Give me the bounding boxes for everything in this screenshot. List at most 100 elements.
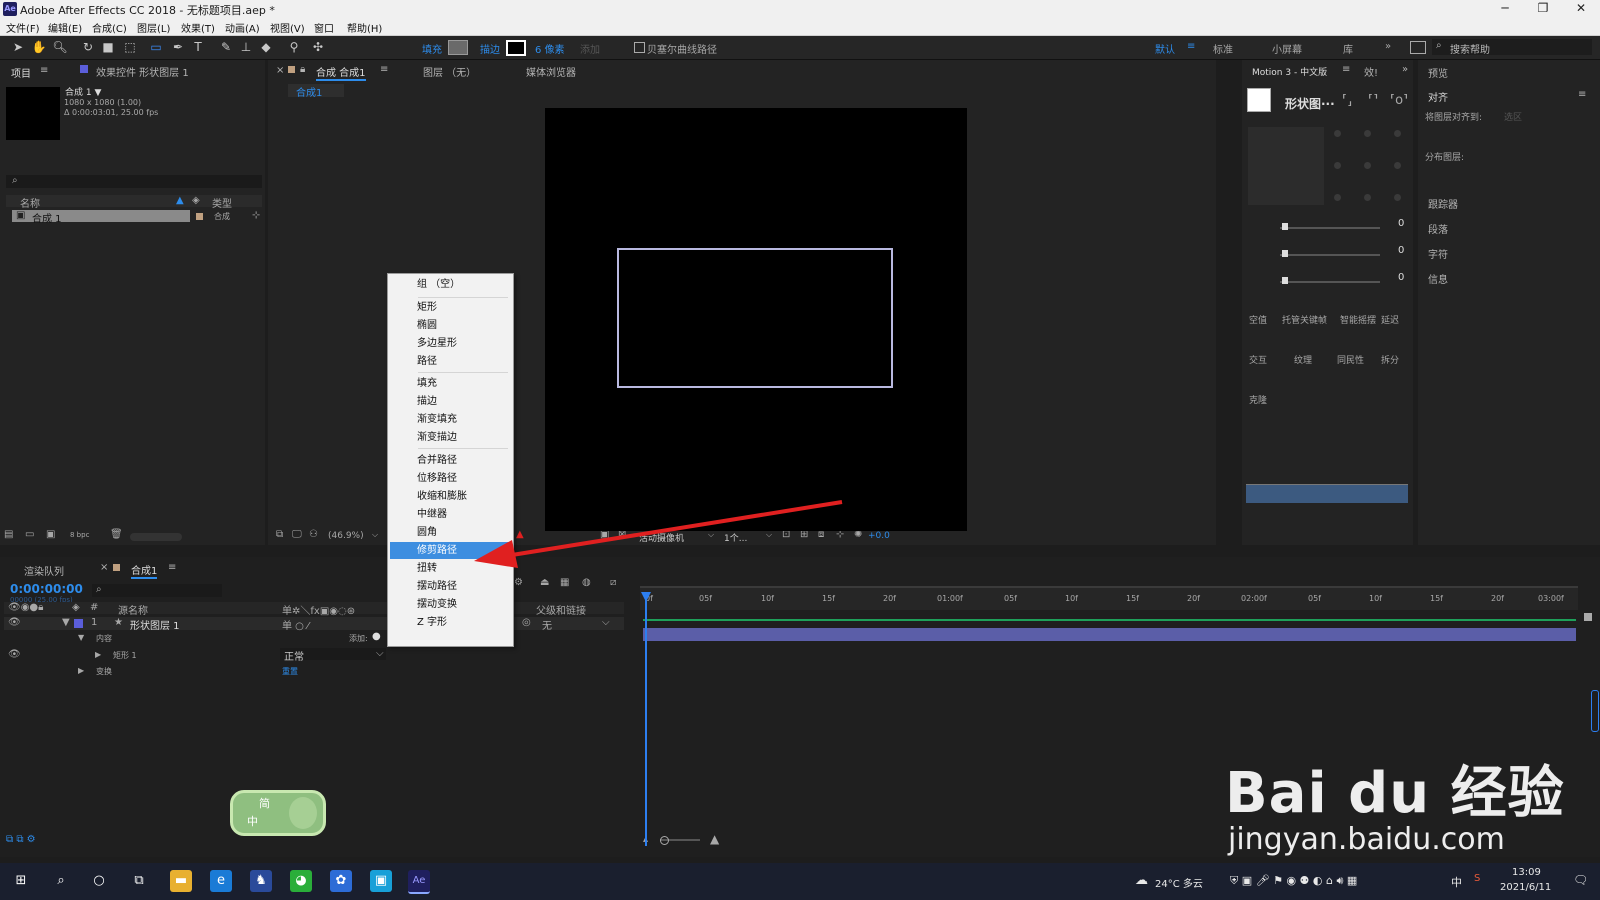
stroke-label[interactable]: 描边 <box>480 41 500 56</box>
app-icon[interactable]: ♞ <box>250 870 272 892</box>
close-tab-icon[interactable]: × <box>100 562 108 573</box>
motion-clone-button[interactable]: 克隆 <box>1249 393 1267 406</box>
slider-track[interactable] <box>1280 281 1380 283</box>
close-button[interactable]: ✕ <box>1562 0 1600 18</box>
project-item-row[interactable]: ▣ 合成 1 <box>12 210 190 225</box>
toggle-switches-icon[interactable]: ⧉ ⧉ ⚙ <box>6 834 36 845</box>
eye-icon[interactable]: 👁︎ <box>8 617 21 628</box>
panel-menu-icon[interactable]: ≡ <box>1578 89 1586 100</box>
search-help-field[interactable]: ⌕ 搜索帮助 <box>1432 39 1592 56</box>
interpret-footage-icon[interactable]: ▤ <box>4 529 13 540</box>
expand-icon[interactable]: ⸢⸣ <box>1368 93 1378 108</box>
menu-help[interactable]: 帮助(H) <box>347 20 382 35</box>
rectangle-group-name[interactable]: 矩形 1 <box>113 650 137 661</box>
more-tabs-icon[interactable]: » <box>1402 64 1408 75</box>
motion-sync-button[interactable]: 同民性 <box>1337 353 1364 366</box>
after-effects-taskbar-icon[interactable]: Ae <box>408 870 430 894</box>
flowchart-icon[interactable]: ⊹ <box>252 210 260 221</box>
shy-switch-icon[interactable]: 单 ○ ⁄ <box>282 617 309 632</box>
menu-composition[interactable]: 合成(C) <box>92 20 127 35</box>
menu-edit[interactable]: 编辑(E) <box>48 20 82 35</box>
thumbnail-scroll[interactable] <box>130 533 182 541</box>
menu-item-wiggle-transform[interactable]: 摆动变换 <box>390 596 511 613</box>
tab-align[interactable]: 对齐 <box>1428 89 1448 104</box>
brush-tool-icon[interactable]: ✎ <box>218 39 234 55</box>
motion-progress-bar[interactable] <box>1246 484 1408 503</box>
workspace-library[interactable]: 库 <box>1343 41 1353 56</box>
collapse-arrow-icon[interactable]: ▼ <box>62 617 70 628</box>
menu-item-wiggle-paths[interactable]: 摆动路径 <box>390 578 511 595</box>
project-search-input[interactable]: ⌕ <box>6 175 262 188</box>
layer-duration-bar[interactable] <box>643 628 1576 641</box>
time-ruler[interactable]: 0f 05f 10f 15f 20f 01:00f 05f 10f 15f 20… <box>640 588 1578 610</box>
slider-knob[interactable] <box>1282 223 1288 230</box>
motion-split-button[interactable]: 拆分 <box>1381 353 1399 366</box>
column-type[interactable]: 类型 <box>212 195 232 210</box>
label-color-swatch[interactable] <box>196 213 203 220</box>
tab-layer[interactable]: 图层 （无） <box>423 64 476 79</box>
motion-wiggle-button[interactable]: 智能摇摆 <box>1340 313 1376 326</box>
menu-item-group[interactable]: 组 （空） <box>390 276 511 293</box>
eraser-tool-icon[interactable]: ◆ <box>258 39 274 55</box>
zoom-in-icon[interactable]: ▲ <box>710 832 719 846</box>
layer-name[interactable]: 形状图层 1 <box>130 617 180 632</box>
minimize-button[interactable]: ─ <box>1486 0 1524 18</box>
contents-expand-arrow[interactable]: ▼ <box>78 633 84 642</box>
baidu-app-icon[interactable]: ✿ <box>330 870 352 892</box>
motion-blur-icon[interactable]: ◍ <box>582 577 591 588</box>
tab-preview[interactable]: 预览 <box>1428 65 1448 80</box>
weather-text[interactable]: 24°C 多云 <box>1155 875 1203 890</box>
timeline-navigator-end[interactable] <box>1584 613 1592 621</box>
reset-link[interactable]: 重置 <box>282 666 298 677</box>
menu-item-gradient-stroke[interactable]: 渐变描边 <box>390 429 511 446</box>
hand-tool-icon[interactable]: ✋ <box>31 39 47 55</box>
slider-track[interactable] <box>1280 254 1380 256</box>
workspace-menu-icon[interactable]: ≡ <box>1187 41 1195 52</box>
eye-icon[interactable]: 👁︎ <box>8 649 21 660</box>
selection-tool-icon[interactable]: ➤ <box>10 39 26 55</box>
tab-timeline-comp[interactable]: 合成1 <box>131 562 158 579</box>
tab-media-browser[interactable]: 媒体浏览器 <box>526 64 576 79</box>
column-name[interactable]: 名称 <box>20 195 40 210</box>
new-folder-icon[interactable]: ▭ <box>25 529 34 540</box>
motion-delay-button[interactable]: 延迟 <box>1381 313 1399 326</box>
menu-item-path[interactable]: 路径 <box>390 353 511 370</box>
tab-paragraph[interactable]: 段落 <box>1428 221 1448 236</box>
anchor-icon[interactable]: ⸢⸥ <box>1342 93 1352 108</box>
parent-dropdown[interactable]: 无 <box>542 617 552 632</box>
clone-stamp-tool-icon[interactable]: ⊥ <box>238 39 254 55</box>
ime-floating-badge[interactable]: 简 中 <box>230 790 326 836</box>
motion-null-button[interactable]: 空值 <box>1249 313 1267 326</box>
tab-tracker[interactable]: 跟踪器 <box>1428 196 1458 211</box>
tab-effect-controls[interactable]: 效果控件 形状图层 1 <box>96 64 189 79</box>
pan-behind-tool-icon[interactable]: ⬚ <box>122 39 138 55</box>
clock-time[interactable]: 13:09 <box>1512 867 1541 878</box>
align-to-dropdown[interactable]: 选区 <box>1504 110 1522 123</box>
tab-motion[interactable]: Motion 3 - 中文版 <box>1252 65 1327 78</box>
lock-icon[interactable]: 🔒︎ <box>300 64 305 75</box>
cortana-icon[interactable]: ○ <box>88 870 110 892</box>
menu-layer[interactable]: 图层(L) <box>137 20 170 35</box>
search-icon[interactable]: ⌕ <box>50 870 72 892</box>
chevron-down-icon[interactable]: ⌵ <box>602 617 610 628</box>
rectangle-shape[interactable] <box>617 248 893 388</box>
task-view-icon[interactable]: ⧉ <box>128 870 150 892</box>
layer-row[interactable]: 👁︎ ▼ 1 ★ 形状图层 1 单 ○ ⁄ ◎ 无 ⌵ <box>4 617 624 632</box>
menu-item-offset-paths[interactable]: 位移路径 <box>390 470 511 487</box>
type-tool-icon[interactable]: T <box>190 39 206 55</box>
rotate-tool-icon[interactable]: ↻ <box>80 39 96 55</box>
menu-item-zigzag[interactable]: Z 字形 <box>390 614 511 631</box>
sync-settings-icon[interactable] <box>1410 41 1426 54</box>
pen-tool-icon[interactable]: ✒ <box>170 39 186 55</box>
camera-tool-icon[interactable]: ■ <box>100 39 116 55</box>
menu-item-ellipse[interactable]: 椭圆 <box>390 317 511 334</box>
slider-knob[interactable] <box>1282 250 1288 257</box>
timeline-search-input[interactable]: ⌕ <box>92 584 222 597</box>
anchor-grid[interactable] <box>1332 130 1402 205</box>
slider-knob[interactable] <box>1282 277 1288 284</box>
menu-view[interactable]: 视图(V) <box>270 20 305 35</box>
current-timecode[interactable]: 0:00:00:00 <box>10 582 83 596</box>
tab-effects[interactable]: 效! <box>1364 64 1378 79</box>
motion-keyframe-button[interactable]: 托管关键帧 <box>1282 313 1327 326</box>
workspace-small-screen[interactable]: 小屏幕 <box>1272 41 1302 56</box>
